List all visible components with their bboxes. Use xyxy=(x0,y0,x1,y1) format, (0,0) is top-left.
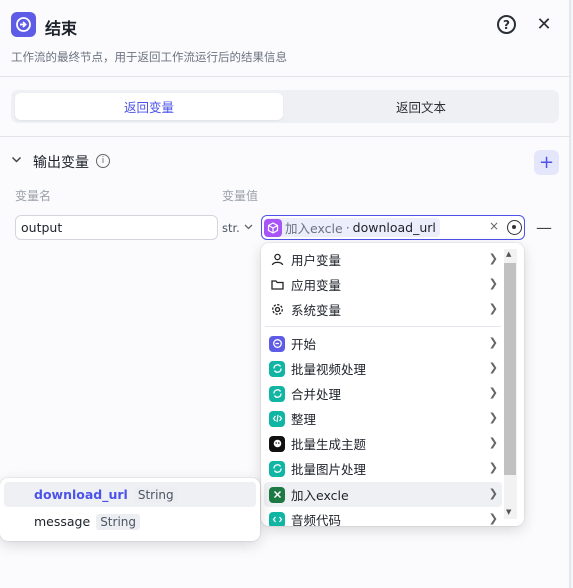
dropdown-item-label: 合并处理 xyxy=(291,387,342,402)
output-item-name: message xyxy=(34,514,91,529)
cube-icon xyxy=(264,218,282,237)
dropdown-item-label: 开始 xyxy=(291,337,317,352)
chevron-right-icon: ❯ xyxy=(488,386,498,399)
panel-description: 工作流的最终节点，用于返回工作流运行后的结果信息 xyxy=(11,50,287,64)
folder-icon xyxy=(269,277,285,293)
panel-title: 结束 xyxy=(45,19,78,38)
dropdown-item-label: 整理 xyxy=(291,412,317,427)
dropdown-item-node-add-excel[interactable]: 加入excle ❯ xyxy=(264,482,502,507)
dropdown-item-user-variables[interactable]: 用户变量 ❯ xyxy=(264,247,502,272)
dropdown-item-node-merge[interactable]: 合并处理 ❯ xyxy=(264,381,502,406)
panel-header: 结束 ? ✕ xyxy=(0,0,571,52)
target-icon[interactable] xyxy=(507,220,522,235)
excel-icon xyxy=(269,486,285,503)
chevron-right-icon: ❯ xyxy=(488,277,498,290)
dropdown-item-label: 用户变量 xyxy=(291,253,342,268)
chip-variable-name: download_url xyxy=(352,220,436,235)
chip-node-name: 加入excle xyxy=(285,221,343,236)
info-icon[interactable]: i xyxy=(96,154,110,168)
chevron-right-icon: ❯ xyxy=(488,411,498,424)
chevron-down-icon[interactable] xyxy=(11,154,22,168)
type-select-value: str. xyxy=(222,220,240,235)
column-header-name: 变量名 xyxy=(15,189,52,203)
dropdown-item-node-start[interactable]: 开始 ❯ xyxy=(264,331,502,356)
scroll-down-arrow-icon[interactable]: ▼ xyxy=(506,508,511,516)
add-output-button[interactable]: + xyxy=(534,150,559,175)
output-item-type-badge: String xyxy=(133,486,178,503)
dropdown-item-system-variables[interactable]: 系统变量 ❯ xyxy=(264,297,502,322)
chevron-right-icon: ❯ xyxy=(488,436,498,449)
dropdown-item-node-audio-code[interactable]: 音频代码 ❯ xyxy=(264,507,502,526)
output-item-name: download_url xyxy=(34,487,128,502)
dropdown-item-label: 批量视频处理 xyxy=(291,362,367,377)
bot-icon xyxy=(269,435,285,452)
gear-icon xyxy=(269,302,285,318)
loop-icon xyxy=(269,360,285,377)
dropdown-item-node-batch-video[interactable]: 批量视频处理 ❯ xyxy=(264,356,502,381)
chevron-right-icon: ❯ xyxy=(488,252,498,265)
column-header-value: 变量值 xyxy=(222,189,259,203)
dropdown-item-app-variables[interactable]: 应用变量 ❯ xyxy=(264,272,502,297)
chevron-right-icon: ❯ xyxy=(488,302,498,315)
remove-row-button[interactable]: — xyxy=(536,218,552,237)
dropdown-item-node-organize[interactable]: 整理 ❯ xyxy=(264,406,502,431)
output-item-type-badge: String xyxy=(96,513,140,530)
dropdown-item-label: 系统变量 xyxy=(291,303,342,318)
code-icon xyxy=(269,410,285,427)
return-mode-tabs: 返回变量 返回文本 xyxy=(11,90,559,123)
output-section-title: 输出变量 xyxy=(33,155,89,171)
dropdown-scrollbar-thumb[interactable] xyxy=(504,263,516,475)
variable-picker-dropdown: 用户变量 ❯ 应用变量 ❯ 系统变量 ❯ 开始 ❯ 批量视频处理 ❯ 合并处理 xyxy=(261,243,524,526)
scroll-up-arrow-icon[interactable]: ▲ xyxy=(506,250,511,258)
dropdown-divider xyxy=(265,326,501,327)
variable-value-field[interactable]: 加入excle · download_url × xyxy=(261,215,525,240)
chevron-right-icon: ❯ xyxy=(488,512,498,525)
output-item-download-url[interactable]: download_url String xyxy=(4,482,256,507)
variable-type-select[interactable]: str. xyxy=(222,215,259,240)
start-icon xyxy=(269,335,285,352)
node-output-popup: download_url String message String xyxy=(0,478,260,541)
tabs-divider xyxy=(0,136,571,137)
code-icon xyxy=(269,511,285,526)
chevron-right-icon: ❯ xyxy=(488,461,498,474)
clear-value-icon[interactable]: × xyxy=(489,219,499,233)
dropdown-item-label: 音频代码 xyxy=(291,513,342,526)
dropdown-item-label: 加入excle xyxy=(291,488,349,503)
close-icon[interactable]: ✕ xyxy=(534,14,554,35)
tab-return-text[interactable]: 返回文本 xyxy=(287,93,555,120)
variable-reference-chip: 加入excle · download_url xyxy=(264,218,440,237)
chevron-right-icon: ❯ xyxy=(488,361,498,374)
dropdown-item-label: 批量生成主题 xyxy=(291,437,367,452)
dropdown-item-node-batch-image[interactable]: 批量图片处理 ❯ xyxy=(264,456,502,481)
header-divider xyxy=(0,76,571,77)
tab-return-variable[interactable]: 返回变量 xyxy=(15,93,283,120)
dropdown-item-node-batch-topics[interactable]: 批量生成主题 ❯ xyxy=(264,431,502,456)
help-circle-icon[interactable]: ? xyxy=(497,15,516,34)
dropdown-item-label: 应用变量 xyxy=(291,278,342,293)
user-icon xyxy=(269,252,285,268)
chevron-right-icon: ❯ xyxy=(488,487,498,500)
output-item-message[interactable]: message String xyxy=(4,509,256,534)
chevron-down-icon xyxy=(244,222,253,234)
end-node-icon xyxy=(11,12,36,37)
chip-separator: · xyxy=(345,220,350,235)
dropdown-item-label: 批量图片处理 xyxy=(291,462,367,477)
loop-icon xyxy=(269,385,285,402)
variable-name-input[interactable]: output xyxy=(15,215,218,240)
loop-icon xyxy=(269,460,285,477)
chevron-right-icon: ❯ xyxy=(488,336,498,349)
